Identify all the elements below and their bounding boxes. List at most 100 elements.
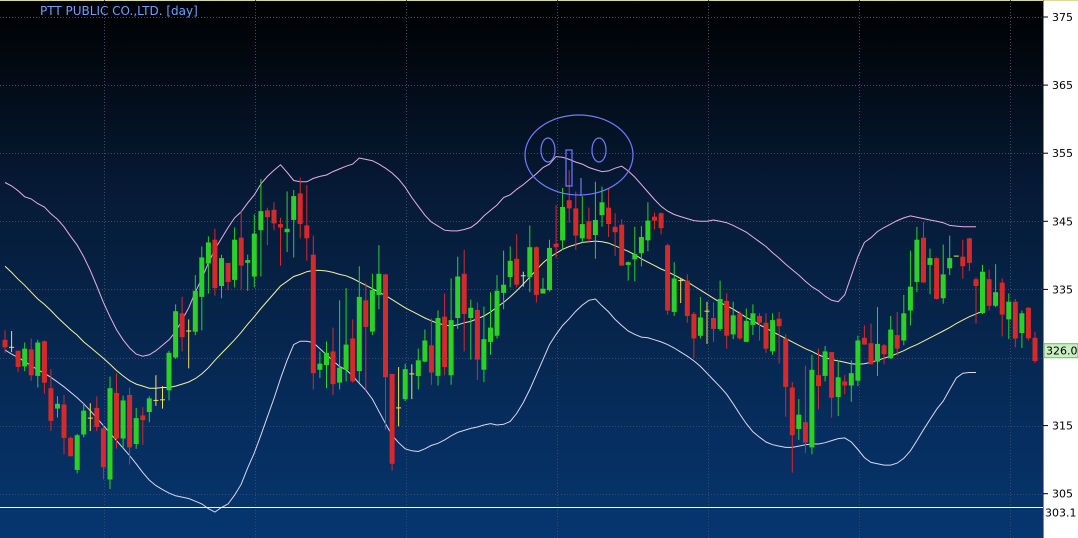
axis-tick-label: 305	[1052, 488, 1073, 501]
candle-body	[533, 247, 539, 295]
candle-body	[881, 345, 887, 355]
chart-title: PTT PUBLIC CO.,LTD. [day]	[40, 4, 198, 18]
candle-body	[363, 300, 369, 327]
candle	[737, 311, 743, 340]
candle-body	[560, 207, 566, 241]
candle-body	[606, 207, 612, 224]
candle-body	[232, 239, 238, 280]
axis-tick-label: 315	[1052, 420, 1073, 433]
candle	[1025, 307, 1031, 341]
candle-body	[966, 238, 972, 263]
axis-tick-label: 365	[1052, 79, 1073, 92]
candle-body	[986, 279, 992, 306]
candle	[74, 433, 80, 474]
candle-body	[350, 338, 356, 382]
candle-body	[251, 233, 257, 277]
candle-body	[638, 237, 644, 254]
last-price-label: 326.0	[1046, 345, 1078, 358]
candle-body	[474, 309, 480, 360]
candle-body	[173, 311, 179, 358]
candle-body	[212, 239, 218, 289]
candle-body	[402, 369, 408, 400]
candle-body	[592, 220, 598, 235]
candle-body	[94, 407, 100, 427]
candle	[389, 373, 395, 471]
reference-line-label: 303.1	[1045, 507, 1077, 520]
candle-body	[264, 210, 270, 218]
chart-window: 305 315 335 345 355 365 375 326.0 303.1 PTT PUBL…	[0, 0, 1078, 538]
candle	[665, 243, 671, 315]
candle-body	[901, 313, 907, 341]
candle-body	[61, 404, 67, 438]
candle-body	[822, 351, 828, 376]
candle-body	[586, 221, 592, 239]
candle-body	[225, 262, 231, 282]
candle-body	[566, 200, 572, 209]
candle-body	[501, 284, 507, 293]
candle-body	[140, 415, 146, 421]
candle-body	[711, 318, 716, 329]
candle-body	[55, 403, 60, 409]
axis-tick-label: 335	[1052, 283, 1073, 296]
candle-body	[481, 339, 487, 370]
candle-body	[284, 228, 290, 233]
candle-body	[914, 239, 920, 282]
plot-background	[0, 0, 1043, 538]
candle-body	[245, 260, 251, 263]
candle-body	[783, 338, 789, 387]
candle-body	[789, 387, 795, 436]
candle-body	[527, 247, 533, 278]
candle	[310, 235, 316, 390]
candle-body	[192, 290, 198, 332]
candle-body	[724, 301, 730, 336]
candle-body	[166, 352, 172, 391]
candle-body	[868, 343, 874, 365]
candle-body	[278, 224, 283, 228]
candle-body	[579, 224, 585, 239]
candle-body	[422, 340, 428, 362]
candle-body	[691, 313, 697, 339]
candle-body	[934, 258, 940, 299]
candle-body	[1025, 307, 1031, 339]
candle-body	[107, 388, 113, 480]
candle-body	[369, 290, 375, 332]
candle-body	[271, 209, 277, 224]
candle-body	[383, 274, 388, 378]
candle-body	[114, 392, 119, 439]
candle-body	[940, 274, 946, 299]
candle-body	[776, 318, 782, 327]
candle-body	[684, 280, 690, 316]
candle-body	[921, 237, 926, 283]
candle-body	[1032, 337, 1038, 361]
candle-body	[907, 286, 913, 311]
candle-body	[428, 345, 434, 373]
candle-body	[842, 381, 848, 386]
candle-body	[999, 282, 1005, 315]
axis-tick-label: 375	[1052, 11, 1073, 24]
axis-tick-label: 355	[1052, 147, 1073, 160]
candle-body	[74, 435, 80, 470]
candle-body	[317, 363, 323, 370]
candle-body	[835, 377, 841, 397]
candle-body	[435, 318, 441, 376]
candle-body	[993, 292, 999, 306]
candle-body	[205, 242, 211, 264]
candle-body	[41, 341, 47, 383]
candle-body	[100, 428, 106, 468]
candle-body	[802, 422, 808, 443]
candle-body	[645, 220, 651, 241]
candle-body	[757, 316, 762, 323]
candle-body	[514, 258, 520, 285]
candle-body	[652, 216, 657, 221]
price-chart[interactable]: 305 315 335 345 355 365 375 326.0 303.1	[0, 0, 1078, 538]
candle-body	[947, 258, 953, 269]
candle-body	[960, 256, 966, 267]
candle-body	[120, 400, 126, 439]
candle-body	[219, 258, 224, 286]
candle-body	[816, 375, 821, 387]
candle-body	[540, 288, 546, 294]
candle-body	[888, 329, 894, 359]
candle	[68, 436, 74, 457]
candle-body	[848, 373, 854, 386]
candle-body	[238, 237, 244, 266]
